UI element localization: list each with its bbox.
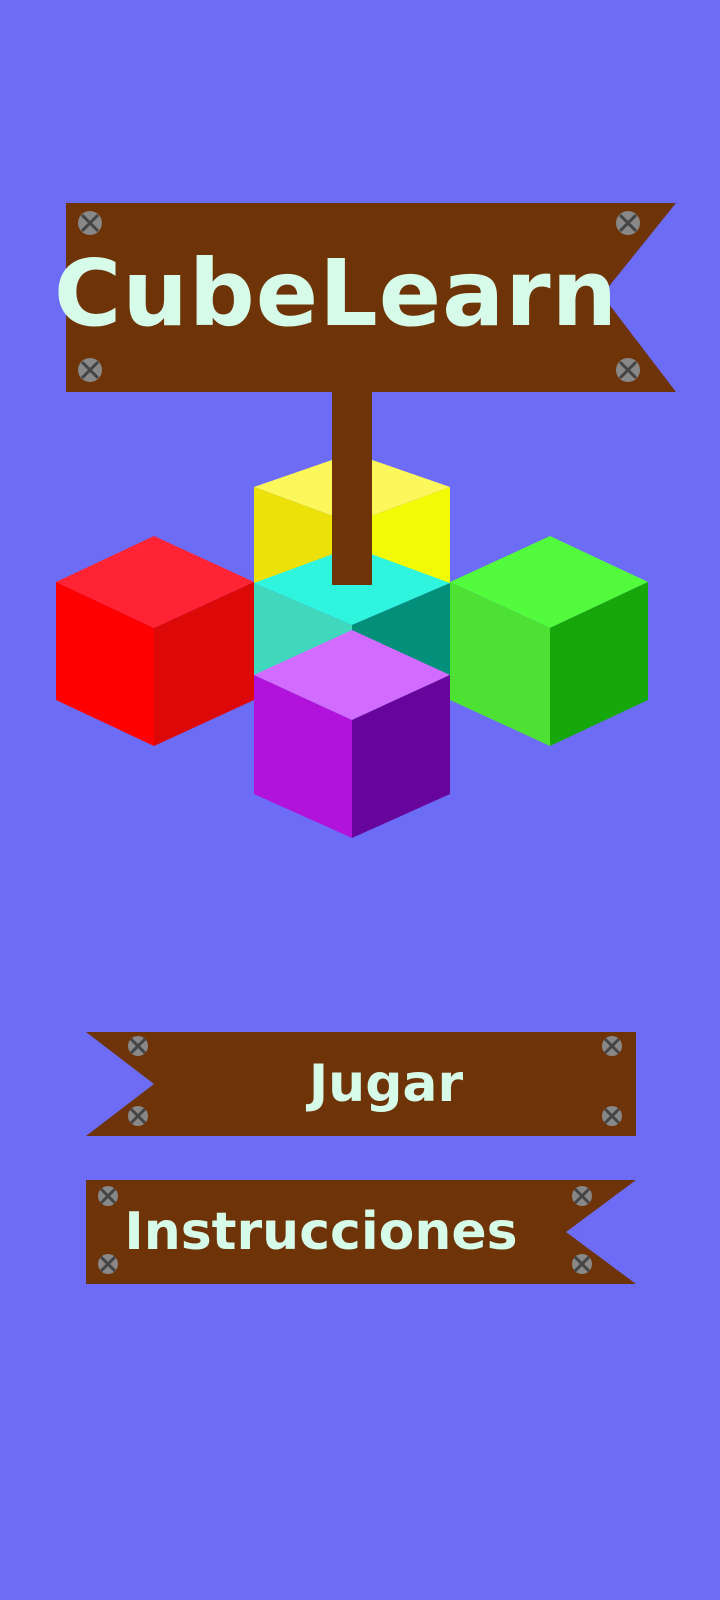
app-title: CubeLearn [53,239,619,347]
screw-icon [572,1186,592,1206]
screw-icon [616,358,640,382]
play-button[interactable]: Jugar [86,1032,636,1136]
main-menu-screen: CubeLearn Jugar Instrucciones [0,0,720,1600]
screw-icon [616,211,640,235]
screw-icon [572,1254,592,1274]
screw-icon [128,1106,148,1126]
play-button-label: Jugar [308,1054,464,1114]
instructions-button[interactable]: Instrucciones [86,1180,636,1284]
instructions-button-label: Instrucciones [124,1202,518,1262]
screw-icon [128,1036,148,1056]
sign-post [332,380,372,585]
